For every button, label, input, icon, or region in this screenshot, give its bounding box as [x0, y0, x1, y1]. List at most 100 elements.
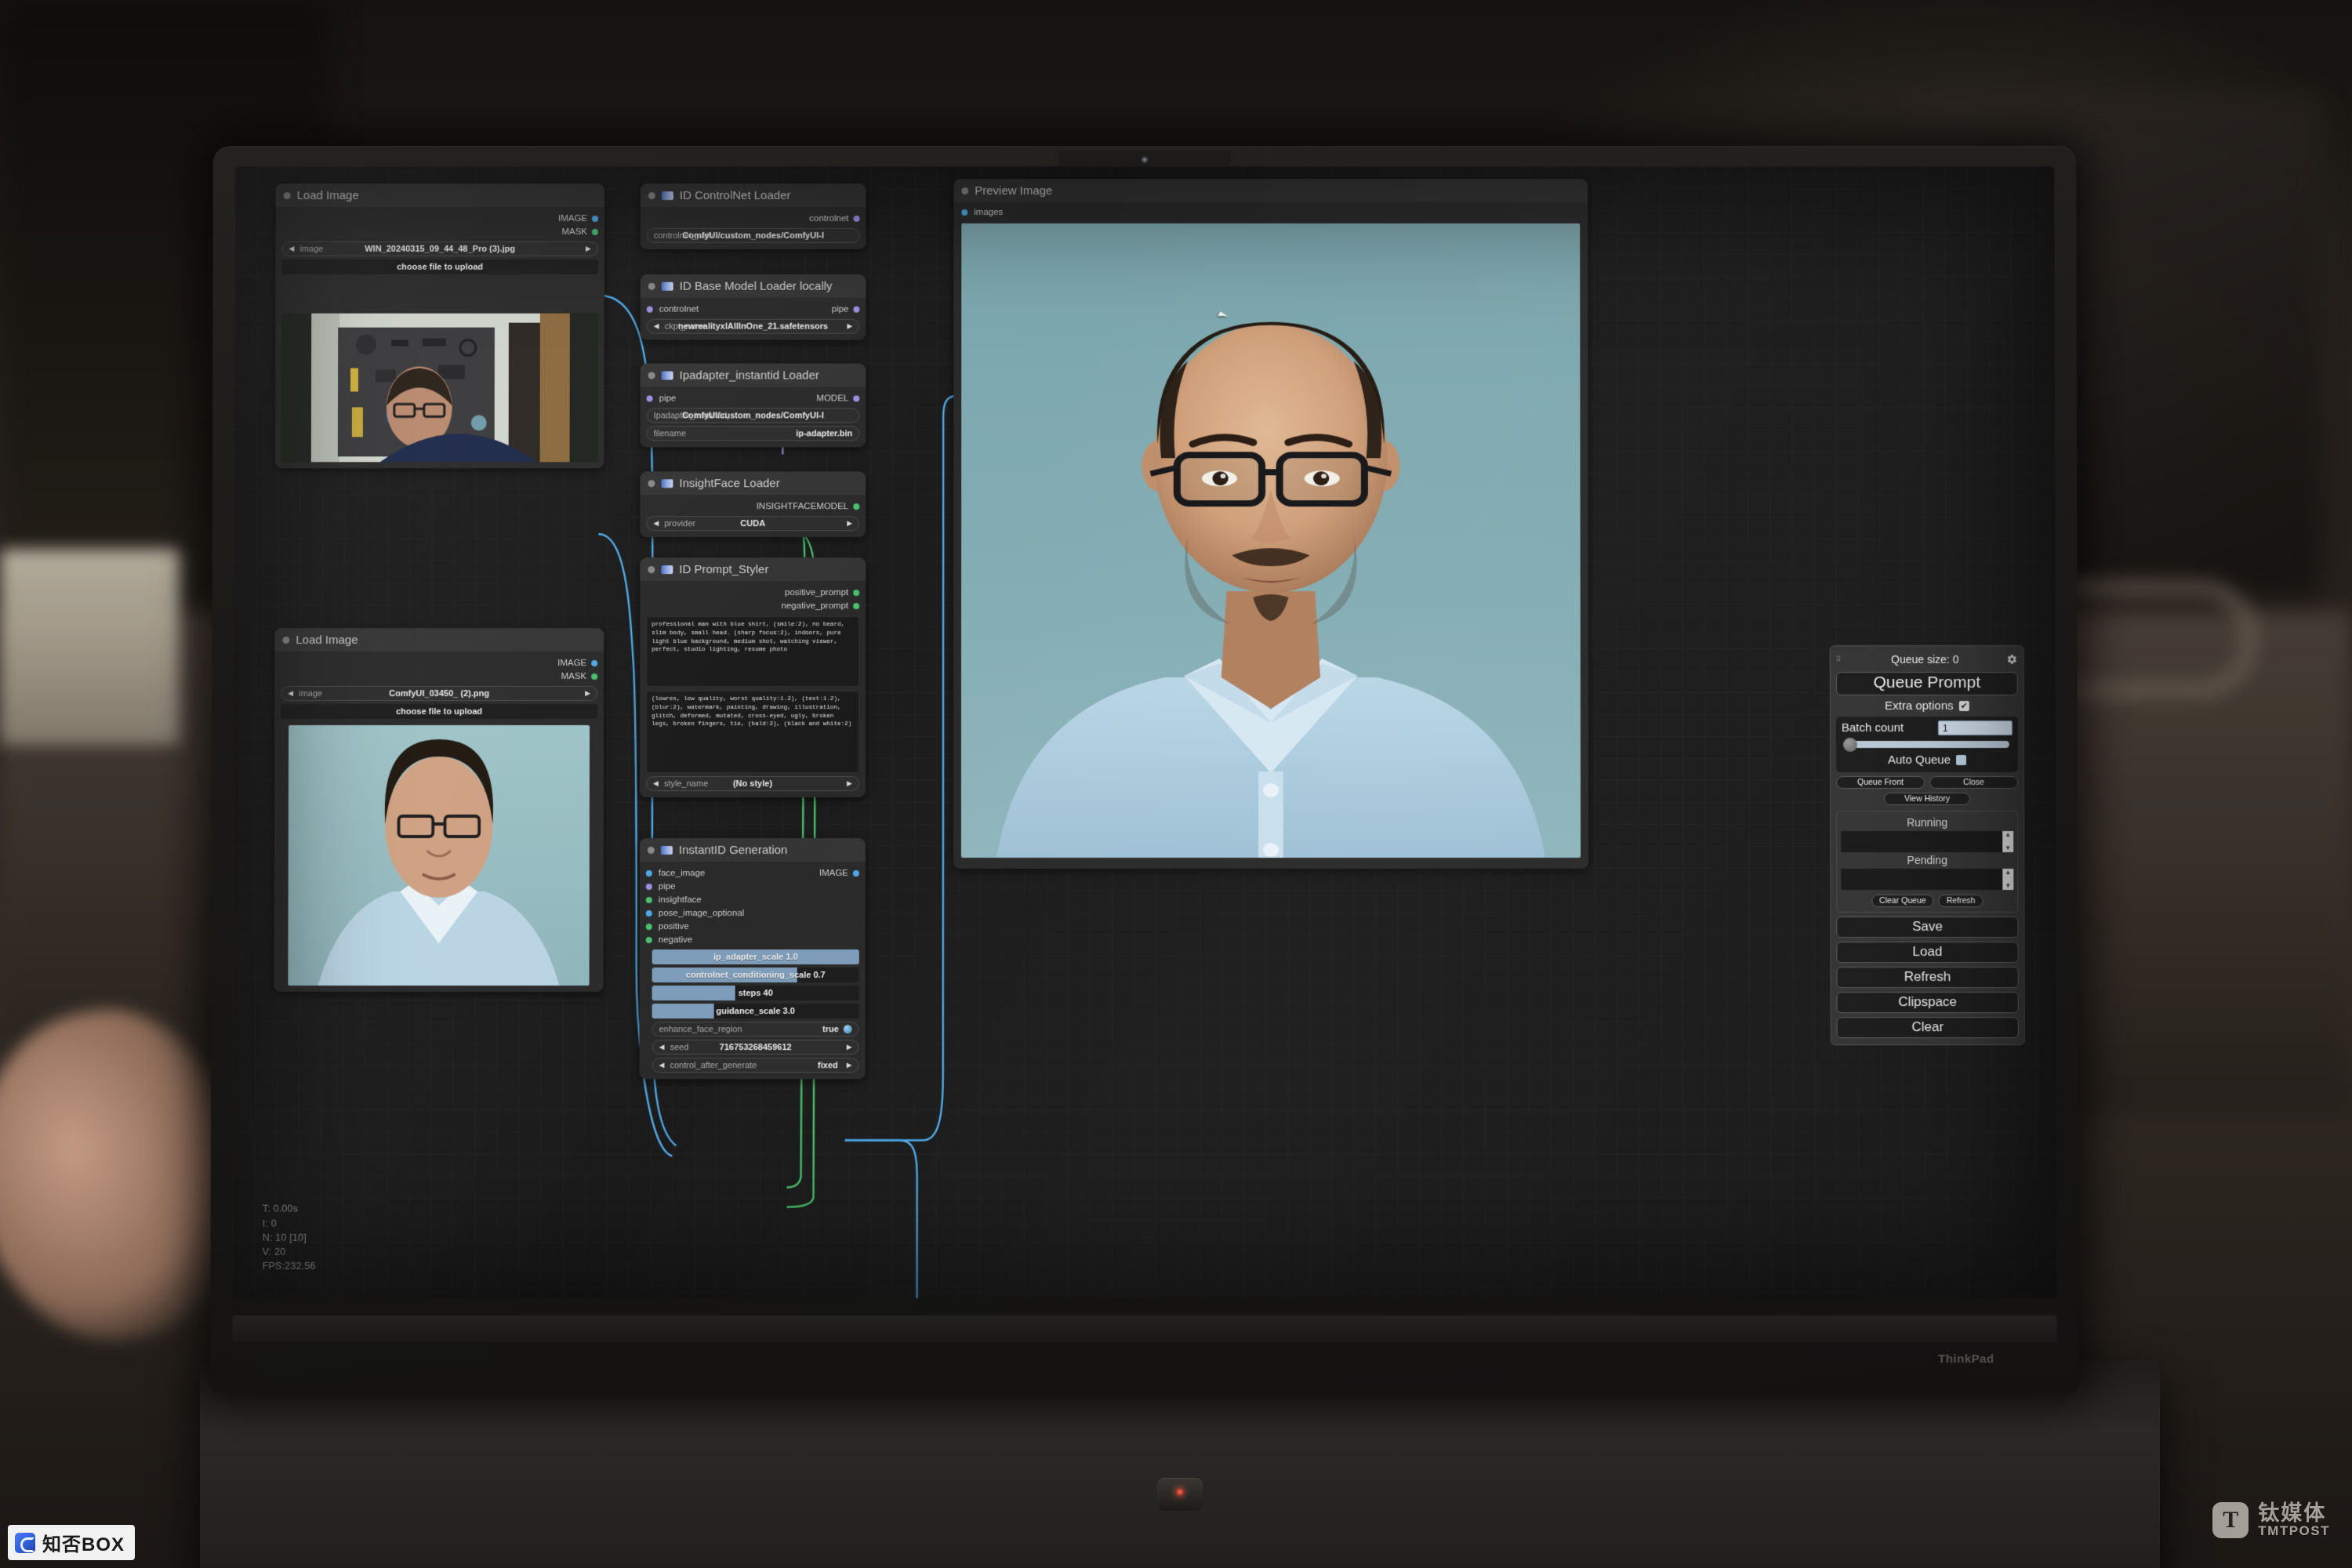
output-port-image[interactable]: IMAGE [282, 212, 598, 225]
collapse-icon[interactable] [648, 479, 655, 487]
slider-controlnet-conditioning-scale[interactable]: controlnet_conditioning_scale 0.7 [652, 967, 859, 983]
chevron-right-icon[interactable]: ▶ [847, 1043, 852, 1051]
port-dot-controlnet[interactable] [853, 216, 860, 222]
input-port-images[interactable]: images [961, 205, 1580, 219]
slider-ip-adapter-scale[interactable]: ip_adapter_scale 1.0 [652, 949, 859, 965]
chevron-left-icon[interactable]: ◀ [288, 689, 293, 698]
port-dot-insightfacemodel[interactable] [853, 503, 860, 510]
port-dot-model-out[interactable] [853, 395, 860, 402]
node-title-bar[interactable]: ID Base Model Loader locally [640, 274, 866, 298]
widget-upload-button[interactable]: choose file to upload [281, 259, 598, 274]
widget-filename[interactable]: filename ip-adapter.bin [646, 426, 860, 441]
port-row-insightface[interactable]: insightface [645, 893, 859, 906]
output-port-positive-prompt[interactable]: positive_prompt [646, 586, 860, 599]
chevron-right-icon[interactable]: ▶ [847, 1061, 852, 1069]
collapse-icon[interactable] [283, 191, 291, 199]
node-id-base-model-loader[interactable]: ID Base Model Loader locally controlnet … [640, 274, 866, 340]
port-row-controlnet-pipe[interactable]: controlnet pipe [646, 303, 860, 316]
chevron-right-icon[interactable]: ▶ [585, 689, 590, 698]
collapse-icon[interactable] [648, 191, 655, 199]
node-title-bar[interactable]: Load Image [274, 628, 604, 652]
widget-ipadapter-path[interactable]: Ipadapter_instantid_path ComfyUI/custom_… [646, 408, 860, 423]
node-title-bar[interactable]: Ipadapter_instantid Loader [640, 363, 866, 387]
widget-enhance-face-region[interactable]: enhance_face_region true [652, 1022, 859, 1037]
comfyui-canvas[interactable]: Load Image IMAGE MASK ◀ image WIN_202403… [232, 166, 2057, 1298]
textarea-negative-prompt[interactable]: (lowres, low quality, worst quality:1.2)… [645, 691, 860, 773]
port-dot-insightface[interactable] [645, 897, 652, 904]
widget-image-select[interactable]: ◀ image WIN_20240315_09_44_48_Pro (3).jp… [281, 241, 598, 256]
widget-upload-button[interactable]: choose file to upload [281, 704, 598, 720]
widget-control-after-generate[interactable]: ◀ control_after_generate fixed ▶ [652, 1058, 859, 1073]
port-row-positive[interactable]: positive [645, 920, 859, 933]
node-preview-image[interactable]: Preview Image images [953, 179, 1589, 869]
widget-image-select[interactable]: ◀ image ComfyUI_03450_ (2).png ▶ [281, 686, 598, 702]
node-title-bar[interactable]: InsightFace Loader [640, 471, 866, 495]
port-row-negative[interactable]: negative [645, 933, 859, 946]
widget-provider[interactable]: ◀ provider CUDA ▶ [646, 516, 860, 532]
port-dot-negative[interactable] [853, 603, 860, 610]
widget-controlnet-path[interactable]: controlnet_path ComfyUI/custom_nodes/Com… [646, 227, 860, 243]
port-dot-image[interactable] [591, 660, 598, 667]
port-dot-mask[interactable] [591, 228, 598, 235]
chevron-right-icon[interactable]: ▶ [847, 519, 852, 528]
chevron-left-icon[interactable]: ◀ [654, 322, 659, 331]
node-title-bar[interactable]: Preview Image [953, 179, 1588, 203]
toggle-icon[interactable] [843, 1025, 852, 1034]
port-row-pipe[interactable]: pipe [645, 880, 859, 893]
chevron-left-icon[interactable]: ◀ [659, 1061, 665, 1069]
node-insightface-loader[interactable]: InsightFace Loader INSIGHTFACEMODEL ◀ pr… [640, 471, 866, 538]
collapse-icon[interactable] [647, 846, 655, 854]
chevron-left-icon[interactable]: ◀ [289, 245, 294, 253]
port-dot-pipe-in[interactable] [646, 395, 653, 402]
output-port-insightfacemodel[interactable]: INSIGHTFACEMODEL [646, 499, 860, 513]
collapse-icon[interactable] [648, 282, 655, 290]
node-title-bar[interactable]: ID ControlNet Loader [640, 183, 866, 208]
port-row-pose-image-optional[interactable]: pose_image_optional [645, 906, 859, 920]
node-load-image-1[interactable]: Load Image IMAGE MASK ◀ image WIN_202403… [274, 183, 605, 469]
slider-steps[interactable]: steps 40 [652, 985, 859, 1001]
chevron-right-icon[interactable]: ▶ [848, 322, 853, 331]
chevron-right-icon[interactable]: ▶ [847, 779, 852, 788]
slider-guidance-scale[interactable]: guidance_scale 3.0 [652, 1004, 859, 1019]
node-id-prompt-styler[interactable]: ID Prompt_Styler positive_prompt negativ… [639, 557, 866, 798]
node-ipadapter-instantid-loader[interactable]: Ipadapter_instantid Loader pipe MODEL Ip… [640, 363, 866, 448]
widget-style-name[interactable]: ◀ style_name (No style) ▶ [645, 776, 859, 792]
chevron-left-icon[interactable]: ◀ [653, 519, 659, 528]
output-port-negative-prompt[interactable]: negative_prompt [646, 599, 860, 612]
port-dot-negative-in[interactable] [645, 937, 652, 944]
textarea-positive-prompt[interactable]: professional man with blue shirt, (smile… [646, 616, 860, 688]
port-dot-images[interactable] [961, 209, 968, 216]
collapse-icon[interactable] [282, 636, 290, 644]
port-dot-image-out[interactable] [852, 870, 859, 877]
widget-ckpt-name[interactable]: ◀ ckpt_name newrealityxlAllInOne_21.safe… [646, 318, 860, 334]
collapse-icon[interactable] [961, 187, 969, 194]
node-load-image-2[interactable]: Load Image IMAGE MASK ◀ image ComfyUI_03… [274, 628, 604, 993]
node-title-bar[interactable]: Load Image [275, 183, 605, 208]
node-title-bar[interactable]: ID Prompt_Styler [640, 557, 866, 582]
chevron-left-icon[interactable]: ◀ [659, 1043, 665, 1051]
port-dot-face-image[interactable] [645, 870, 652, 877]
node-title-bar[interactable]: InstantID Generation [639, 838, 866, 862]
port-dot-positive-in[interactable] [645, 924, 652, 931]
port-dot-image[interactable] [591, 216, 598, 222]
port-dot-mask[interactable] [591, 673, 598, 681]
chevron-left-icon[interactable]: ◀ [653, 779, 659, 788]
collapse-icon[interactable] [648, 565, 655, 573]
node-id-controlnet-loader[interactable]: ID ControlNet Loader controlnet controln… [640, 183, 866, 249]
port-row-face-image[interactable]: face_image IMAGE [645, 866, 859, 880]
port-dot-pipe-out[interactable] [853, 306, 860, 313]
output-port-mask[interactable]: MASK [282, 225, 598, 238]
port-dot-pose-image[interactable] [645, 910, 652, 917]
port-dot-pipe[interactable] [645, 884, 652, 891]
collapse-icon[interactable] [648, 372, 655, 379]
node-instantid-generation[interactable]: InstantID Generation face_image IMAGE pi… [639, 838, 866, 1080]
widget-seed[interactable]: ◀ seed 716753268459612 ▶ [652, 1040, 859, 1055]
chevron-right-icon[interactable]: ▶ [586, 245, 591, 253]
output-port-image[interactable]: IMAGE [281, 656, 598, 670]
port-row-pipe-model[interactable]: pipe MODEL [646, 391, 860, 405]
power-button[interactable] [1157, 1478, 1203, 1511]
output-port-mask[interactable]: MASK [281, 670, 598, 683]
port-dot-controlnet-in[interactable] [646, 306, 653, 313]
port-dot-positive[interactable] [853, 590, 860, 597]
output-port-controlnet[interactable]: controlnet [647, 212, 860, 225]
